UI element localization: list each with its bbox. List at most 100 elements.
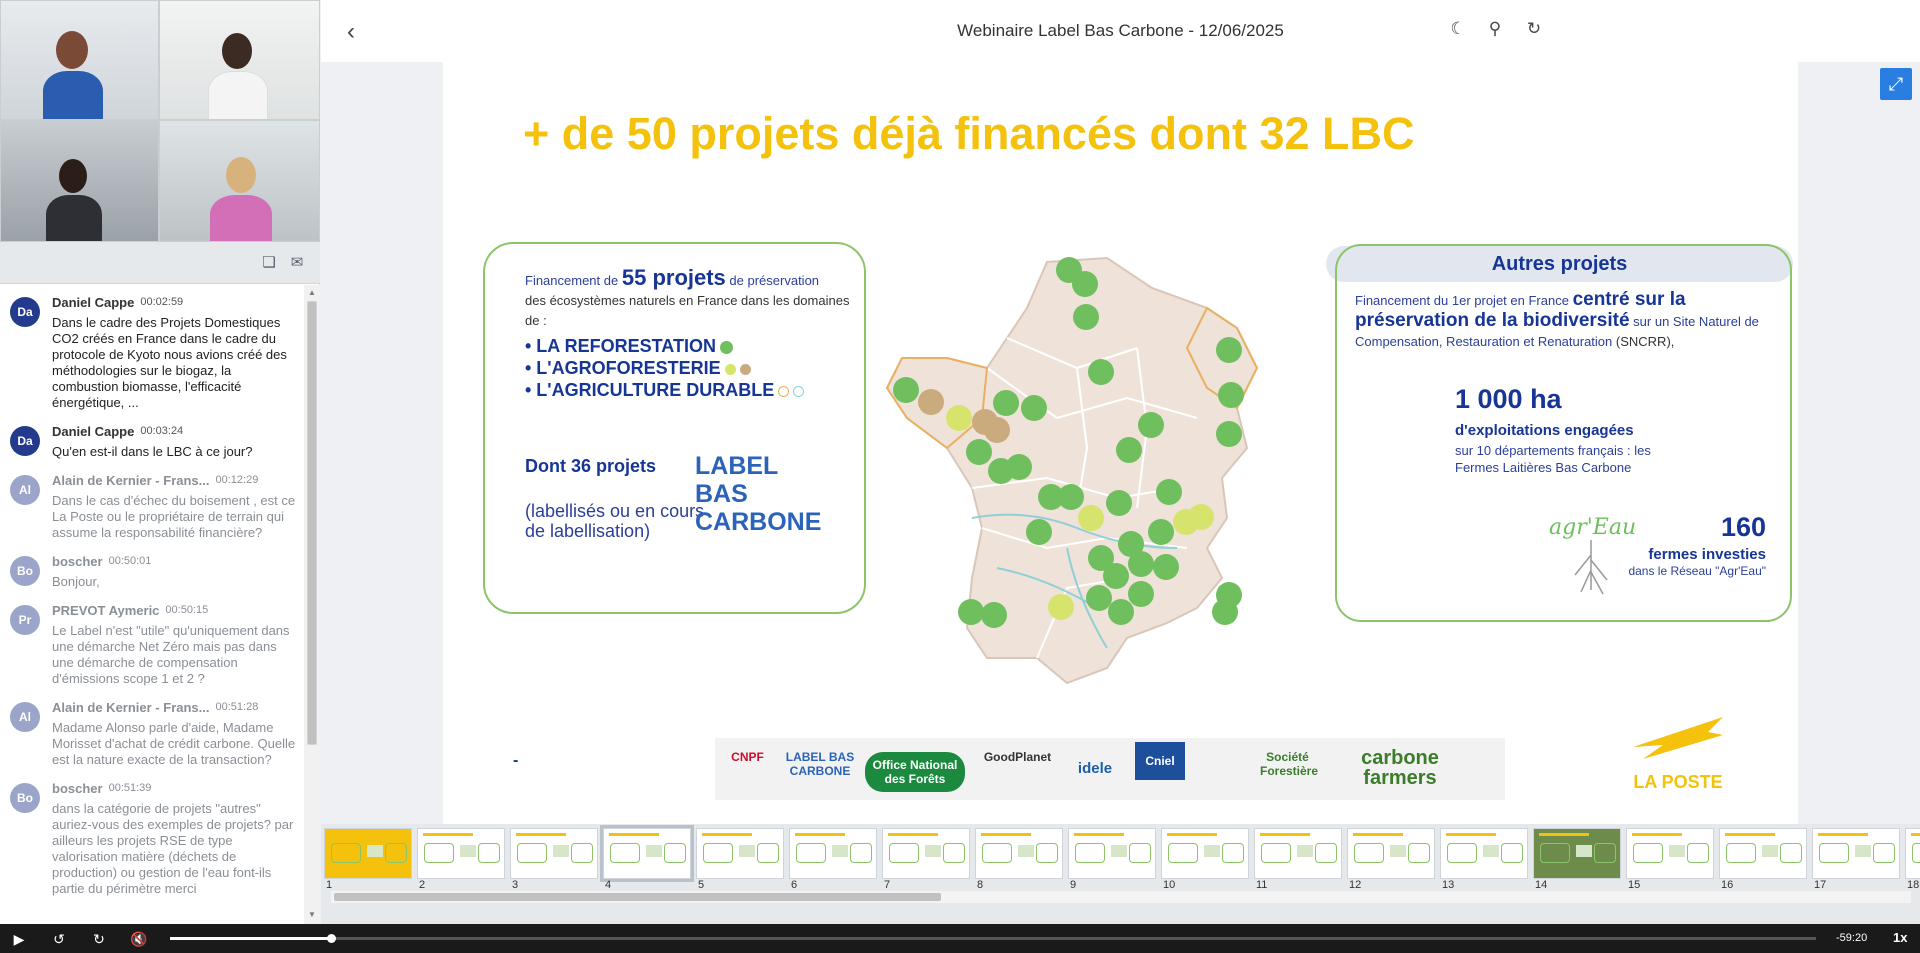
bullet-agriculture: • L'AGRICULTURE DURABLE bbox=[525, 380, 775, 400]
partners-strip: CNPF LABEL BAS CARBONE Office National des… bbox=[715, 738, 1505, 800]
chat-list: Da Daniel Cappe 00:02:59 Dans le cadre des … bbox=[0, 285, 304, 924]
map-dot bbox=[1116, 437, 1142, 463]
mute-icon[interactable]: 🔇 bbox=[130, 930, 148, 948]
thumbnail-scrollbar[interactable] bbox=[331, 891, 1911, 903]
avatar: Da bbox=[10, 297, 40, 327]
slide-title: + de 50 projets déjà financés dont 32 LB… bbox=[523, 108, 1415, 159]
thumbnail-scroll-thumb[interactable] bbox=[334, 893, 941, 901]
avatar: Al bbox=[10, 475, 40, 505]
thumbnail-number: 8 bbox=[977, 879, 984, 891]
slide-thumbnail[interactable] bbox=[600, 825, 694, 882]
slide-thumbnail[interactable] bbox=[1440, 828, 1528, 879]
play-icon[interactable]: ▶ bbox=[10, 930, 28, 948]
thumbnail-number: 17 bbox=[1814, 879, 1827, 891]
slide: + de 50 projets déjà financés dont 32 LB… bbox=[443, 62, 1798, 824]
slide-thumbnail[interactable] bbox=[1626, 828, 1714, 879]
thumbnail-number: 9 bbox=[1070, 879, 1077, 891]
search-icon[interactable]: ⚲ bbox=[1484, 19, 1506, 41]
chat-message: Pr PREVOT Aymeric 00:50:15 Le Label n'est "… bbox=[0, 603, 304, 687]
map-dot bbox=[958, 599, 984, 625]
message-time: 00:12:29 bbox=[215, 474, 259, 486]
video-tile-1[interactable] bbox=[0, 0, 159, 120]
scroll-up-icon[interactable]: ▲ bbox=[307, 288, 317, 298]
thumbnail-number: 18 bbox=[1907, 879, 1920, 891]
slide-thumbnail[interactable] bbox=[882, 828, 970, 879]
app-root: ❏ ✉ Da Daniel Cappe 00:02:59 Dans le cadre … bbox=[0, 0, 1920, 953]
labellises-text: (labellisés ou en cours de labellisation… bbox=[525, 501, 705, 541]
partner-logo: GoodPlanet bbox=[983, 750, 1052, 764]
speed-button[interactable]: 1x bbox=[1893, 930, 1907, 945]
slide-thumbnail[interactable] bbox=[1812, 828, 1900, 879]
window-title: Webinaire Label Bas Carbone - 12/06/2025 bbox=[957, 21, 1284, 40]
message-text: Dans le cas d'échec du boisement , est c… bbox=[52, 493, 296, 540]
partner-logo: Office National des Forêts bbox=[865, 752, 965, 792]
ha-desc: sur 10 départements français : les Ferme… bbox=[1455, 443, 1651, 475]
laposte-logo: LA POSTE bbox=[1623, 707, 1733, 797]
video-grid bbox=[0, 0, 320, 242]
p1-abbr: (SNCRR), bbox=[1615, 334, 1675, 349]
message-text: dans la catégorie de projets "autres" au… bbox=[52, 801, 294, 896]
progress-bar[interactable] bbox=[170, 934, 1816, 943]
slide-thumbnail[interactable] bbox=[1254, 828, 1342, 879]
scroll-down-icon[interactable]: ▼ bbox=[307, 910, 317, 920]
reseau-agreau: dans le Réseau "Agr'Eau" bbox=[1628, 564, 1766, 578]
cyan-ring-icon bbox=[793, 385, 805, 397]
thumbnail-number: 12 bbox=[1349, 879, 1362, 891]
bullet-agroforesterie: • L'AGROFORESTERIE bbox=[525, 358, 721, 378]
slide-thumbnail[interactable] bbox=[789, 828, 877, 879]
expand-icon[interactable]: ⤢ bbox=[1880, 68, 1912, 100]
slide-thumbnail[interactable] bbox=[1719, 828, 1807, 879]
rewind-icon[interactable]: ↺ bbox=[50, 930, 68, 948]
slide-thumbnail[interactable] bbox=[417, 828, 505, 879]
chat-message: Da Daniel Cappe 00:03:24 Qu'en est-il dans … bbox=[0, 424, 304, 460]
thumbnail-number: 4 bbox=[605, 879, 612, 891]
thumbnail-number: 7 bbox=[884, 879, 891, 891]
chat-scroll-thumb[interactable] bbox=[307, 301, 317, 745]
notes-icon[interactable]: ❏ bbox=[260, 254, 278, 272]
right-box-intro: Financement du 1er projet en France cent… bbox=[1355, 290, 1775, 352]
thumbnail-strip: 1 2 3 4 5 6 7 8 9 10 11 12 13 14 15 16 17 18 bbox=[321, 824, 1920, 924]
slide-thumbnail[interactable] bbox=[696, 828, 784, 879]
player-bar: ▶ ↺ ↻ 🔇 -59:20 1x bbox=[0, 924, 1920, 953]
thumbnail-number: 5 bbox=[698, 879, 705, 891]
message-text: Bonjour, bbox=[52, 574, 100, 589]
chat-toolbar: ❏ ✉ bbox=[0, 242, 320, 284]
map-dot bbox=[1072, 271, 1098, 297]
video-tile-2[interactable] bbox=[159, 0, 320, 120]
thumbnail-number: 15 bbox=[1628, 879, 1641, 891]
slide-thumbnail[interactable] bbox=[510, 828, 598, 879]
video-tile-4[interactable] bbox=[159, 120, 320, 242]
message-text: Dans le cadre des Projets Domestiques CO… bbox=[52, 315, 287, 410]
slide-thumbnail[interactable] bbox=[975, 828, 1063, 879]
slide-thumbnail[interactable] bbox=[1533, 828, 1621, 879]
slide-thumbnail[interactable] bbox=[1347, 828, 1435, 879]
yellow-dot-icon bbox=[724, 363, 736, 375]
slide-thumbnail[interactable] bbox=[1068, 828, 1156, 879]
logo-line2: CARBONE bbox=[695, 508, 822, 536]
intro-prefix: Financement de bbox=[525, 273, 619, 288]
map-dot bbox=[1128, 551, 1154, 577]
map-dot bbox=[1086, 585, 1112, 611]
chat-icon[interactable]: ✉ bbox=[288, 254, 306, 272]
thumbnail-number: 11 bbox=[1256, 879, 1268, 891]
chat-scrollbar[interactable]: ▲ ▼ bbox=[304, 285, 320, 924]
slide-thumbnail[interactable] bbox=[1905, 828, 1920, 879]
logo-line1: LABEL BAS bbox=[695, 452, 778, 508]
moon-icon[interactable]: ☾ bbox=[1447, 19, 1469, 41]
map-dot bbox=[984, 417, 1010, 443]
slide-thumbnail[interactable] bbox=[1161, 828, 1249, 879]
video-tile-3[interactable] bbox=[0, 120, 159, 242]
progress-knob[interactable] bbox=[327, 934, 337, 943]
fermes-investies: fermes investies bbox=[1648, 546, 1766, 563]
map-dot bbox=[981, 602, 1007, 628]
map-dot bbox=[966, 439, 992, 465]
map-dot bbox=[946, 405, 972, 431]
map-dot bbox=[1188, 504, 1214, 530]
slide-thumbnail[interactable] bbox=[324, 828, 412, 879]
refresh-icon[interactable]: ↻ bbox=[1523, 19, 1545, 41]
map-dot bbox=[1138, 412, 1164, 438]
message-author: boscher bbox=[52, 781, 103, 796]
forward-icon[interactable]: ↻ bbox=[90, 930, 108, 948]
n160: 160 bbox=[1720, 512, 1766, 542]
map-dot bbox=[1088, 359, 1114, 385]
